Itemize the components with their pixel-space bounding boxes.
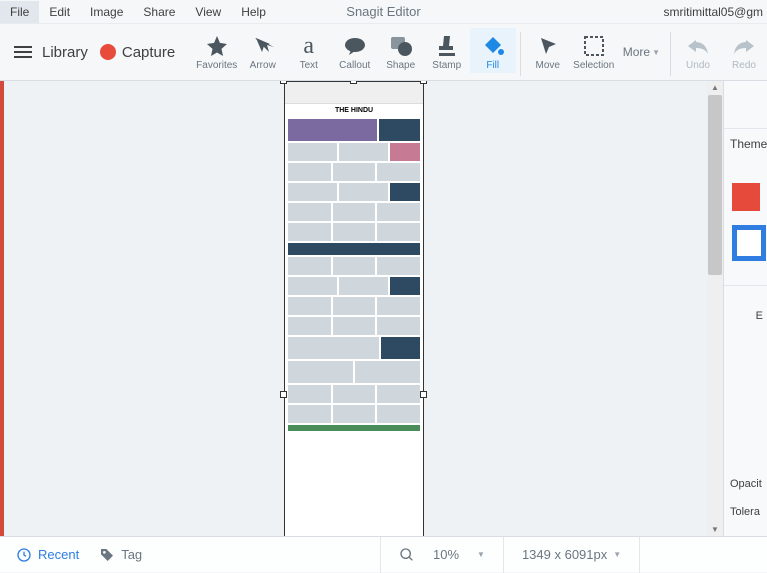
undo-button[interactable]: Undo [675,28,721,73]
tag-icon [99,547,115,563]
tool-label: Fill [486,60,499,71]
tool-label: Undo [686,60,710,71]
menu-file[interactable]: File [0,1,39,23]
move-icon [537,32,559,60]
toolbar: Library Capture Favorites Arrow a Text C… [0,24,767,80]
scroll-down-icon[interactable]: ▼ [707,525,723,534]
canvas[interactable]: THE HINDU [4,81,707,536]
captured-image[interactable]: THE HINDU [284,81,424,536]
resize-handle[interactable] [420,81,427,84]
menu-view[interactable]: View [185,1,231,23]
tool-stamp[interactable]: Stamp [424,28,470,73]
menu-toggle-icon[interactable] [10,42,36,62]
arrow-icon [251,32,275,60]
scrollbar-thumb[interactable] [708,95,722,275]
selection-icon [583,32,605,60]
color-swatch-red[interactable] [732,183,760,211]
tool-label: Arrow [250,60,276,71]
tool-text[interactable]: a Text [286,28,332,73]
tools-more[interactable]: More ▼ [617,45,666,59]
theme-label: Theme [724,129,767,155]
more-label: More [623,45,650,59]
recent-label: Recent [38,547,79,562]
tool-label: Text [300,60,318,71]
toolbar-separator [670,32,671,76]
window-title: Snagit Editor [346,4,420,19]
redo-button[interactable]: Redo [721,28,767,73]
menu-bar: File Edit Image Share View Help Snagit E… [0,0,767,24]
captured-browser-chrome [285,82,423,104]
library-button[interactable]: Library [42,44,88,61]
menu-help[interactable]: Help [231,1,276,23]
tool-selection[interactable]: Selection [571,28,617,73]
status-separator [639,537,640,573]
tool-favorites[interactable]: Favorites [194,28,240,73]
color-swatch-blue[interactable] [732,225,766,261]
status-bar: Recent Tag 10% ▼ 1349 x 6091px ▼ [0,536,767,572]
tolerance-label: Tolera [724,494,767,536]
tool-move[interactable]: Move [525,28,571,73]
chevron-down-icon: ▼ [477,550,485,559]
menu-edit[interactable]: Edit [39,1,80,23]
menu-share[interactable]: Share [133,1,185,23]
tool-label: Stamp [432,60,461,71]
resize-handle[interactable] [420,391,427,398]
vertical-scrollbar[interactable]: ▲ ▼ [707,81,723,536]
captured-site-title: THE HINDU [285,104,423,117]
scroll-up-icon[interactable]: ▲ [707,83,723,92]
zoom-value[interactable]: 10% [433,547,459,562]
menu-image[interactable]: Image [80,1,133,23]
captured-page-content [285,117,423,433]
workspace: THE HINDU [0,80,767,536]
tag-label: Tag [121,547,142,562]
tool-arrow[interactable]: Arrow [240,28,286,73]
star-icon [205,32,229,60]
extra-field: E [724,298,767,326]
tool-callout[interactable]: Callout [332,28,378,73]
chevron-down-icon: ▼ [613,550,621,559]
resize-handle[interactable] [280,391,287,398]
toolbar-separator [520,32,521,76]
resize-handle[interactable] [350,81,357,84]
tool-label: Move [536,60,560,71]
dimensions-value: 1349 x 6091px [522,547,607,562]
tool-label: Redo [732,60,756,71]
recent-button[interactable]: Recent [16,547,79,563]
properties-panel: Theme E Opacit Tolera [723,81,767,536]
user-account[interactable]: smritimittal05@gm [663,5,767,19]
dimensions-display[interactable]: 1349 x 6091px ▼ [504,547,639,562]
chevron-down-icon: ▼ [652,48,660,57]
panel-divider [724,285,767,286]
tool-label: Callout [339,60,370,71]
text-icon: a [303,32,314,60]
tool-fill[interactable]: Fill [470,28,516,73]
redo-icon [732,32,756,60]
tool-label: Selection [573,60,614,71]
shape-icon [389,32,413,60]
record-icon[interactable] [100,44,116,60]
clock-icon [16,547,32,563]
capture-button[interactable]: Capture [122,44,175,61]
fill-icon [481,32,505,60]
tool-label: Favorites [196,60,237,71]
magnifier-icon [399,547,415,563]
tool-shape[interactable]: Shape [378,28,424,73]
tools-group: Favorites Arrow a Text Callout Shape Sta… [194,28,767,76]
undo-icon [686,32,710,60]
callout-icon [343,32,367,60]
tool-label: Shape [386,60,415,71]
opacity-label: Opacit [724,466,767,494]
tag-button[interactable]: Tag [99,547,142,563]
panel-header [724,81,767,129]
zoom-controls[interactable]: 10% ▼ [381,547,503,563]
stamp-icon [436,32,458,60]
resize-handle[interactable] [280,81,287,84]
